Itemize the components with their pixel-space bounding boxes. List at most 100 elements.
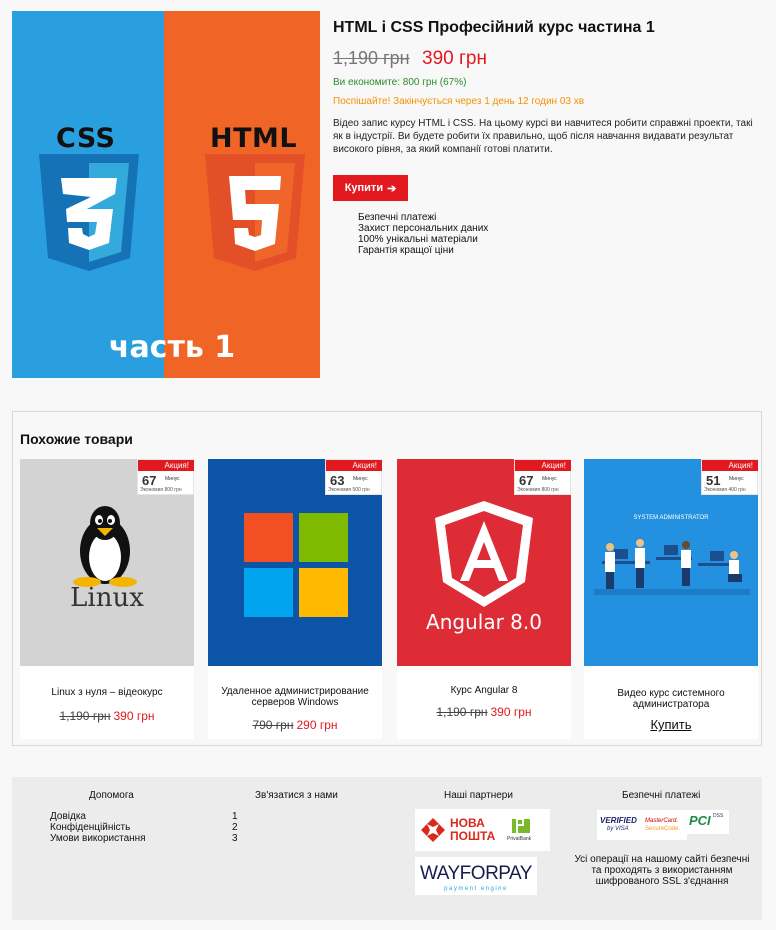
badge-minus: Минус [729, 476, 744, 482]
card-buy-link[interactable]: Купить [584, 717, 758, 732]
footer-contact-list: 1 2 3 [232, 811, 238, 844]
pci-text: PCI [689, 813, 711, 828]
card-thumbnail[interactable]: Angular 8.0 Акция! 67 Минус Экономия 800… [397, 459, 571, 666]
card-new-price: 390 грн [113, 709, 155, 723]
feature-item: Гарантія кращої ціни [358, 245, 454, 256]
nova-line2: ПОШТА [450, 829, 496, 843]
badge-economy: Экономия 400 грн [704, 487, 746, 493]
angular-shield-icon [435, 501, 533, 607]
badge-label: Акция! [326, 460, 382, 471]
mastercard-line1: MasterCard. [645, 818, 679, 824]
secure-payment-text: Усі операції на нашому сайті безпечні та… [574, 854, 750, 887]
html-logo-text: HTML [210, 123, 298, 154]
nova-poshta-logo-icon [421, 818, 445, 842]
product-prices: 1,190 грн 390 грн [333, 48, 487, 70]
card-name[interactable]: Linux з нуля – відеокурс [25, 687, 189, 698]
product-card-linux[interactable]: Linux Акция! 67 Минус Экономия 800 грн L… [20, 459, 194, 739]
footer-partners-title: Наші партнери [444, 790, 513, 801]
footer-contact-title: Зв'язатися з нами [255, 790, 338, 801]
discount-badge: Акция! 67 Минус Экономия 800 грн [514, 459, 571, 495]
old-price: 1,190 грн [333, 48, 410, 68]
partner-nova-poshta[interactable]: НОВА ПОШТА PrivatBank [415, 809, 550, 851]
card-old-price: 1,190 грн [436, 705, 488, 719]
badge-economy: Экономия 800 грн [140, 487, 182, 493]
related-products: Похожие товари Linux Акция! 67 Минус Эко… [12, 411, 762, 746]
sysadmin-illustration-icon [594, 539, 750, 595]
badge-label: Акция! [138, 460, 194, 471]
feature-item: Захист персональних даних [358, 223, 489, 234]
feature-list: Безпечні платежі Захист персональних дан… [358, 212, 488, 256]
badge-discount: 51 [706, 473, 721, 488]
visa-line1: VERIFIED [600, 816, 637, 825]
badge-economy: Экономия 800 грн [517, 487, 559, 493]
nova-poshta-name: НОВА ПОШТА [450, 817, 495, 843]
badge-minus: Минус [165, 476, 180, 482]
footer-help-list: Довідка Конфіденційність Умови використа… [50, 811, 146, 844]
arrow-right-icon: ➔ [387, 182, 397, 195]
badge-discount: 67 [519, 473, 534, 488]
product-description: Відео запис курсу HTML і CSS. На цьому к… [333, 118, 753, 155]
product-title: HTML і CSS Професійний курс частина 1 [333, 19, 655, 36]
card-old-price: 1,190 грн [59, 709, 111, 723]
partner-wayforpay[interactable]: WAYFORPAY payment engine [415, 857, 537, 895]
card-new-price: 290 грн [296, 718, 338, 732]
countdown-text: Поспішайте! Закінчується через 1 день 12… [333, 96, 585, 107]
product-image: CSS HTML часть 1 [12, 11, 320, 378]
badge-label: Акция! [515, 460, 571, 471]
product-card-angular[interactable]: Angular 8.0 Акция! 67 Минус Экономия 800… [397, 459, 571, 739]
wayforpay-name: WAYFORPAY [420, 863, 532, 884]
card-prices: 1,190 грн 390 грн [20, 709, 194, 723]
mastercard-securecode-badge: MasterCard. SecureCode. [643, 810, 687, 840]
card-old-price: 790 грн [252, 718, 294, 732]
badge-minus: Минус [542, 476, 557, 482]
card-new-price: 390 грн [490, 705, 532, 719]
visa-line2: by VISA [607, 826, 629, 832]
badge-minus: Минус [353, 476, 368, 482]
card-name[interactable]: Курс Angular 8 [402, 685, 566, 696]
footer-link-terms[interactable]: Умови використання [50, 833, 146, 844]
badge-discount: 63 [330, 473, 345, 488]
windows-logo-icon [244, 513, 348, 617]
mastercard-line2: SecureCode. [645, 826, 681, 832]
new-price: 390 грн [422, 48, 487, 69]
css-logo-text: CSS [56, 123, 116, 154]
footer-link-help[interactable]: Довідка [50, 811, 146, 822]
wayforpay-sub: payment engine [444, 886, 508, 892]
contact-item[interactable]: 1 [232, 811, 238, 822]
contact-item[interactable]: 3 [232, 833, 238, 844]
card-thumbnail[interactable]: Акция! 63 Минус Экономия 500 грн [208, 459, 382, 666]
thumb-title: Linux [70, 583, 144, 613]
privatbank-name: PrivatBank [507, 836, 532, 842]
verified-by-visa-badge: VERIFIED by VISA [597, 810, 643, 840]
feature-item: 100% унікальні матеріали [358, 234, 478, 245]
card-thumbnail[interactable]: SYSTEM ADMINISTRATOR Акция! 51 Минус Эко… [584, 459, 758, 666]
buy-button[interactable]: Купити ➔ [333, 175, 408, 201]
card-name[interactable]: Удаленное администрирование серверов Win… [213, 686, 377, 708]
image-caption: часть 1 [108, 330, 236, 365]
css3-shield-icon [39, 154, 139, 271]
footer-secure-title: Безпечні платежі [622, 790, 701, 801]
related-title: Похожие товари [20, 431, 133, 447]
discount-badge: Акция! 67 Минус Экономия 800 грн [137, 459, 194, 495]
product-card-windows[interactable]: Акция! 63 Минус Экономия 500 грн Удаленн… [208, 459, 382, 739]
discount-badge: Акция! 63 Минус Экономия 500 грн [325, 459, 382, 495]
card-prices: 1,190 грн 390 грн [397, 705, 571, 719]
thumb-title: SYSTEM ADMINISTRATOR [633, 515, 709, 521]
badge-discount: 67 [142, 473, 157, 488]
badge-economy: Экономия 500 грн [328, 487, 370, 493]
privatbank-logo-icon [512, 818, 530, 833]
footer: Допомога Довідка Конфіденційність Умови … [12, 777, 762, 920]
savings-text: Ви економите: 800 грн (67%) [333, 77, 467, 88]
discount-badge: Акция! 51 Минус Экономия 400 грн [701, 459, 758, 495]
footer-help-title: Допомога [89, 790, 134, 801]
footer-link-privacy[interactable]: Конфіденційність [50, 822, 146, 833]
card-thumbnail[interactable]: Linux Акция! 67 Минус Экономия 800 грн [20, 459, 194, 666]
card-name[interactable]: Видео курс системного администратора [589, 688, 753, 710]
thumb-title: Angular 8.0 [426, 610, 542, 634]
pci-dss-badge: PCI DSS [687, 810, 729, 834]
contact-item[interactable]: 2 [232, 822, 238, 833]
feature-item: Безпечні платежі [358, 212, 437, 223]
card-prices: 790 грн 290 грн [208, 718, 382, 732]
product-card-sysadmin[interactable]: SYSTEM ADMINISTRATOR Акция! 51 Минус Эко… [584, 459, 758, 739]
pci-dss-text: DSS [713, 813, 724, 819]
